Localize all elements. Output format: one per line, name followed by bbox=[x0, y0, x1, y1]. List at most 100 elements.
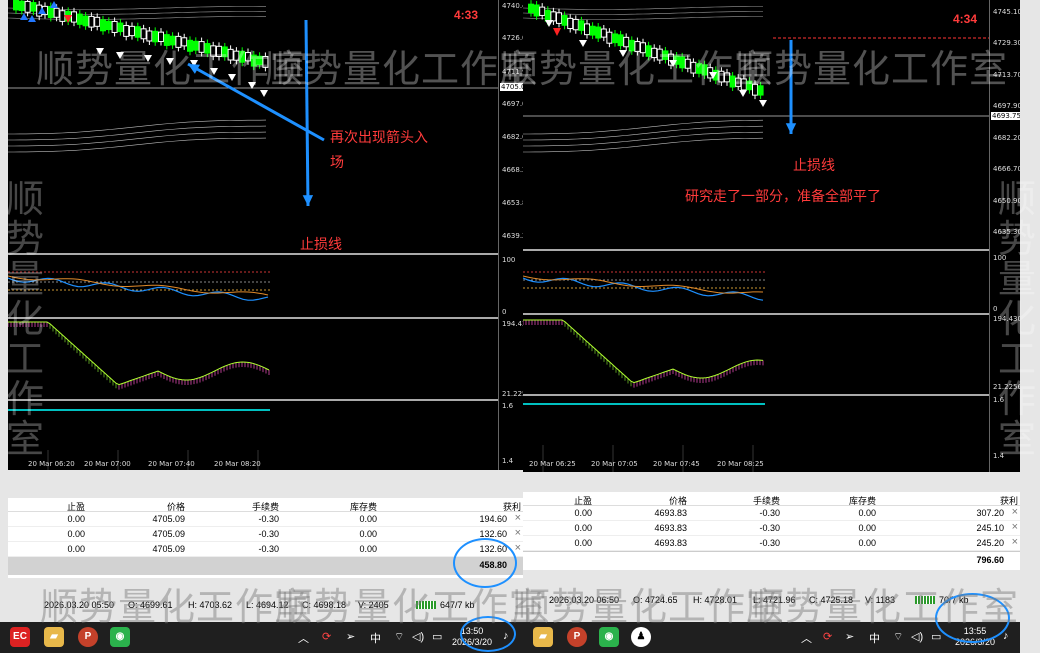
battery-icon[interactable]: ▭ bbox=[931, 630, 941, 643]
close-all-annotation: 研究走了一部分，准备全部平了 bbox=[685, 188, 881, 204]
entry-annotation-line2: 场 bbox=[330, 154, 344, 170]
close-position-icon[interactable]: × bbox=[1012, 536, 1018, 548]
table-row[interactable]: 0.00 4705.09 -0.30 0.00 132.60 × bbox=[8, 527, 523, 542]
volume-icon[interactable]: ◁) bbox=[911, 630, 923, 643]
bar-countdown: 4:33 bbox=[454, 8, 479, 22]
close-position-icon[interactable]: × bbox=[515, 512, 521, 524]
candle-body bbox=[24, 0, 31, 13]
cell: 0.00 bbox=[67, 544, 85, 554]
volume-icon[interactable]: ◁) bbox=[412, 630, 424, 643]
candle-body bbox=[134, 26, 141, 38]
status-low: L: 4721.96 bbox=[753, 595, 796, 605]
price-tick: 4668.20 bbox=[502, 166, 523, 174]
candle-body bbox=[701, 64, 708, 76]
wechat-icon[interactable]: ◉ bbox=[599, 627, 619, 647]
close-position-icon[interactable]: × bbox=[515, 542, 521, 554]
oscillator-line bbox=[8, 277, 269, 301]
ec-app-icon[interactable]: EC bbox=[10, 627, 30, 647]
notification-bell-icon[interactable]: ♪ bbox=[1003, 630, 1009, 642]
powerpoint-icon[interactable]: P bbox=[567, 627, 587, 647]
candle-body bbox=[561, 14, 568, 26]
ime-indicator[interactable]: 中 bbox=[869, 630, 880, 646]
cell-profit: 245.10 bbox=[976, 523, 1004, 533]
sell-arrow bbox=[228, 74, 236, 81]
time-label: 20 Mar 08:20 bbox=[214, 460, 261, 468]
candle-body bbox=[752, 83, 758, 96]
candle-body bbox=[187, 39, 193, 52]
table-row[interactable]: 0.00 4693.83 -0.30 0.00 307.20 × bbox=[523, 506, 1020, 521]
close-position-icon[interactable]: × bbox=[1012, 521, 1018, 533]
candle-body bbox=[221, 46, 228, 58]
close-position-icon[interactable]: × bbox=[1012, 506, 1018, 518]
candle-body bbox=[250, 54, 257, 67]
powerpoint-icon[interactable]: P bbox=[78, 627, 98, 647]
total-row: 796.60 bbox=[523, 551, 1020, 569]
folder-icon[interactable]: ▰ bbox=[44, 627, 64, 647]
location-icon[interactable]: ➢ bbox=[845, 630, 854, 643]
table-row[interactable]: 0.00 4705.09 -0.30 0.00 194.60 × bbox=[8, 512, 523, 527]
price-tick: 4745.10 bbox=[993, 8, 1020, 16]
table-row[interactable]: 0.00 4693.83 -0.30 0.00 245.10 × bbox=[523, 521, 1020, 536]
candle-body bbox=[696, 63, 702, 74]
candle-body bbox=[111, 20, 118, 33]
right-chart-area[interactable]: 4745.10 4729.30 4713.70 4697.90 4693.75 … bbox=[523, 0, 1020, 472]
location-icon[interactable]: ➢ bbox=[346, 630, 355, 643]
price-tick: 4639.20 bbox=[502, 232, 523, 240]
candle-body bbox=[556, 12, 562, 24]
sell-arrow bbox=[166, 58, 174, 65]
left-terminal: 4740.40 4726.00 4711.90 4705.01 4697.00 … bbox=[8, 0, 523, 622]
price-tick: 4682.20 bbox=[993, 134, 1020, 142]
annotation-arrow bbox=[187, 62, 325, 142]
candle-body bbox=[82, 15, 89, 27]
candle-body bbox=[210, 45, 217, 57]
chevron-up-icon[interactable]: ︿ bbox=[801, 630, 812, 646]
time-label: 20 Mar 08:25 bbox=[717, 460, 764, 468]
candle-body bbox=[152, 30, 159, 43]
candle-body bbox=[735, 77, 742, 87]
time-label: 20 Mar 06:25 bbox=[529, 460, 576, 468]
cell: -0.30 bbox=[759, 523, 780, 533]
sell-arrow bbox=[96, 48, 104, 55]
wifi-icon[interactable]: ⌔ bbox=[394, 630, 404, 644]
candle-body bbox=[528, 3, 534, 14]
table-row[interactable]: 0.00 4705.09 -0.30 0.00 132.60 × bbox=[8, 542, 523, 557]
candle-body bbox=[740, 78, 747, 91]
sync-icon[interactable]: ⟳ bbox=[322, 630, 331, 643]
close-position-icon[interactable]: × bbox=[515, 527, 521, 539]
candle-body bbox=[30, 2, 37, 12]
status-high: H: 4703.62 bbox=[188, 600, 233, 610]
status-time: 2026.03.20 05:50 bbox=[44, 600, 115, 610]
wifi-icon[interactable]: ⌔ bbox=[893, 630, 903, 644]
folder-icon[interactable]: ▰ bbox=[533, 627, 553, 647]
price-tick: 4713.70 bbox=[993, 71, 1020, 79]
cell: 0.00 bbox=[858, 538, 876, 548]
oscillator-line bbox=[523, 277, 764, 301]
cell: 0.00 bbox=[574, 538, 592, 548]
candle-body bbox=[163, 34, 170, 46]
chevron-up-icon[interactable]: ︿ bbox=[298, 630, 309, 646]
ime-indicator[interactable]: 中 bbox=[370, 630, 381, 646]
candle-body bbox=[584, 23, 590, 36]
osc-tick: 0 bbox=[502, 308, 507, 316]
price-tick: 4711.90 bbox=[502, 68, 523, 76]
candle-body bbox=[198, 41, 205, 53]
cell: 0.00 bbox=[67, 529, 85, 539]
cell: 4693.83 bbox=[654, 508, 687, 518]
cell: -0.30 bbox=[258, 514, 279, 524]
sync-icon[interactable]: ⟳ bbox=[823, 630, 832, 643]
wechat-icon[interactable]: ◉ bbox=[110, 627, 130, 647]
left-chart-canvas bbox=[8, 0, 498, 470]
ind-tick: 194.4307 bbox=[502, 320, 523, 328]
battery-icon[interactable]: ▭ bbox=[432, 630, 442, 643]
candle-body bbox=[53, 7, 60, 18]
table-row[interactable]: 0.00 4693.83 -0.30 0.00 245.20 × bbox=[523, 536, 1020, 551]
right-positions-table: 止盈 价格 手续费 库存费 获利 0.00 4693.83 -0.30 0.00… bbox=[523, 492, 1020, 570]
sell-arrow bbox=[116, 52, 124, 59]
qq-icon[interactable]: ♟ bbox=[631, 627, 651, 647]
left-chart-area[interactable]: 4740.40 4726.00 4711.90 4705.01 4697.00 … bbox=[8, 0, 523, 470]
candle-body bbox=[140, 28, 147, 40]
right-terminal: 4745.10 4729.30 4713.70 4697.90 4693.75 … bbox=[523, 0, 1020, 622]
price-tick: 4697.00 bbox=[502, 100, 523, 108]
candle-body bbox=[216, 45, 222, 57]
total-profit: 796.60 bbox=[976, 555, 1004, 565]
